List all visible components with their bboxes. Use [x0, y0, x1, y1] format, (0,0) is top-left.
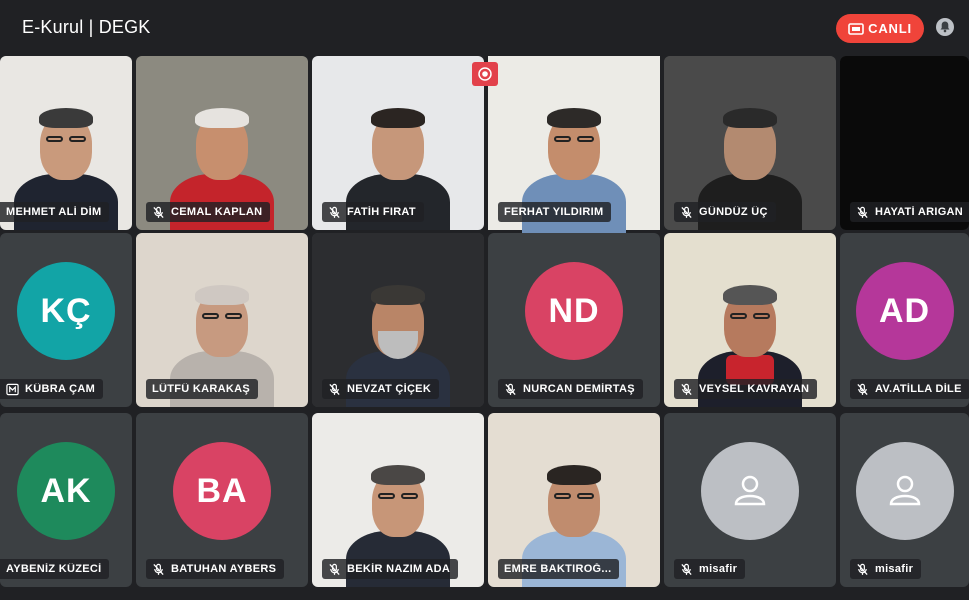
participant-name: BATUHAN AYBERS	[171, 563, 277, 575]
participant-tile[interactable]: BA BATUHAN AYBERS	[136, 413, 308, 587]
moderator-icon	[6, 383, 19, 395]
mic-off-icon	[857, 563, 868, 575]
participant-nametag: FATİH FIRAT	[322, 202, 424, 222]
mic-off-icon	[857, 383, 868, 395]
participant-tile[interactable]: EMRE BAKTIROĞ...	[488, 413, 660, 587]
participant-nametag: BEKİR NAZIM ADA	[322, 559, 459, 579]
participant-tile[interactable]: misafir	[664, 413, 836, 587]
initials-avatar: AK	[17, 442, 115, 541]
meeting-title: E-Kurul | DEGK	[22, 17, 151, 37]
participant-name: FERHAT YILDIRIM	[504, 206, 604, 218]
participant-nametag: MEHMET ALİ DİM	[0, 202, 110, 222]
initials-avatar: AD	[855, 262, 954, 361]
mic-off-icon	[681, 206, 692, 218]
mic-off-icon	[329, 563, 340, 575]
record-icon	[478, 67, 492, 81]
participant-nametag: HAYATİ ARIGAN	[850, 202, 969, 222]
participant-tile[interactable]: FATİH FIRAT	[312, 56, 484, 230]
participant-name: NEVZAT ÇİÇEK	[347, 383, 432, 395]
participant-nametag: FERHAT YILDIRIM	[498, 202, 612, 222]
participant-tile[interactable]: NEVZAT ÇİÇEK	[312, 233, 484, 407]
participant-tile[interactable]: misafir	[840, 413, 969, 587]
participant-name: CEMAL KAPLAN	[171, 206, 263, 218]
participant-nametag: AYBENİZ KÜZECİ	[0, 559, 110, 579]
participant-name: HAYATİ ARIGAN	[875, 206, 964, 218]
participant-name: BEKİR NAZIM ADA	[347, 563, 451, 575]
participant-nametag: KÜBRA ÇAM	[0, 379, 104, 399]
initials-avatar: KÇ	[17, 262, 115, 361]
participant-name: AV.ATİLLA DİLE	[875, 383, 962, 395]
participant-name: EMRE BAKTIROĞ...	[504, 563, 612, 575]
mic-off-icon	[329, 383, 340, 395]
mic-off-icon	[681, 383, 692, 395]
participant-tile[interactable]: HAYATİ ARIGAN	[840, 56, 969, 230]
broadcast-icon	[848, 22, 864, 35]
mic-off-icon	[681, 563, 692, 575]
record-indicator[interactable]	[472, 62, 498, 86]
participant-nametag: NEVZAT ÇİÇEK	[322, 379, 440, 399]
participant-tile[interactable]: BEKİR NAZIM ADA	[312, 413, 484, 587]
participant-nametag: GÜNDÜZ ÜÇ	[674, 202, 776, 222]
mic-off-icon	[505, 383, 516, 395]
participant-tile[interactable]: MEHMET ALİ DİM	[0, 56, 132, 230]
participant-tile[interactable]: AK AYBENİZ KÜZECİ	[0, 413, 132, 587]
initials-avatar: ND	[525, 262, 623, 361]
mic-off-icon	[153, 206, 164, 218]
participant-tile[interactable]: KÇ KÜBRA ÇAM	[0, 233, 132, 407]
participant-nametag: misafir	[850, 559, 922, 579]
participant-name: misafir	[875, 563, 914, 575]
participant-tile[interactable]: ND NURCAN DEMİRTAŞ	[488, 233, 660, 407]
mic-off-icon	[153, 563, 164, 575]
participant-name: MEHMET ALİ DİM	[6, 206, 102, 218]
participant-nametag: VEYSEL KAVRAYAN	[674, 379, 818, 399]
participant-tile[interactable]: VEYSEL KAVRAYAN	[664, 233, 836, 407]
person-icon	[734, 476, 766, 506]
participant-nametag: NURCAN DEMİRTAŞ	[498, 379, 643, 399]
participant-name: AYBENİZ KÜZECİ	[6, 563, 102, 575]
mic-off-icon	[329, 206, 340, 218]
participant-nametag: misafir	[674, 559, 746, 579]
mic-off-icon	[857, 206, 868, 218]
participant-tile[interactable]: FERHAT YILDIRIM	[488, 56, 660, 244]
guest-avatar	[701, 442, 799, 541]
live-label: CANLI	[868, 21, 912, 36]
participant-tile[interactable]: CEMAL KAPLAN	[136, 56, 308, 230]
participant-tile[interactable]: LÜTFÜ KARAKAŞ	[136, 233, 308, 407]
initials-avatar: BA	[173, 442, 271, 541]
notifications-button[interactable]	[933, 17, 957, 41]
participant-name: LÜTFÜ KARAKAŞ	[152, 383, 251, 395]
participant-name: misafir	[699, 563, 738, 575]
participant-name: KÜBRA ÇAM	[25, 383, 96, 395]
live-button[interactable]: CANLI	[836, 14, 924, 43]
participant-nametag: BATUHAN AYBERS	[146, 559, 285, 579]
participant-name: FATİH FIRAT	[347, 206, 416, 218]
participant-name: NURCAN DEMİRTAŞ	[523, 383, 635, 395]
participant-tile[interactable]: AD AV.ATİLLA DİLE	[840, 233, 969, 407]
participant-nametag: CEMAL KAPLAN	[146, 202, 271, 222]
participant-nametag: LÜTFÜ KARAKAŞ	[146, 379, 259, 399]
participant-name: GÜNDÜZ ÜÇ	[699, 206, 768, 218]
bell-icon	[935, 17, 955, 42]
person-icon	[889, 476, 920, 506]
participant-nametag: EMRE BAKTIROĞ...	[498, 559, 620, 579]
participant-nametag: AV.ATİLLA DİLE	[850, 379, 969, 399]
participant-name: VEYSEL KAVRAYAN	[699, 383, 810, 395]
guest-avatar	[855, 442, 954, 541]
participant-grid: MEHMET ALİ DİM CEMAL KAPLAN FATİH FIRAT FER…	[0, 56, 969, 600]
participant-tile[interactable]: GÜNDÜZ ÜÇ	[664, 56, 836, 230]
top-bar: E-Kurul | DEGK CANLI	[0, 0, 969, 56]
